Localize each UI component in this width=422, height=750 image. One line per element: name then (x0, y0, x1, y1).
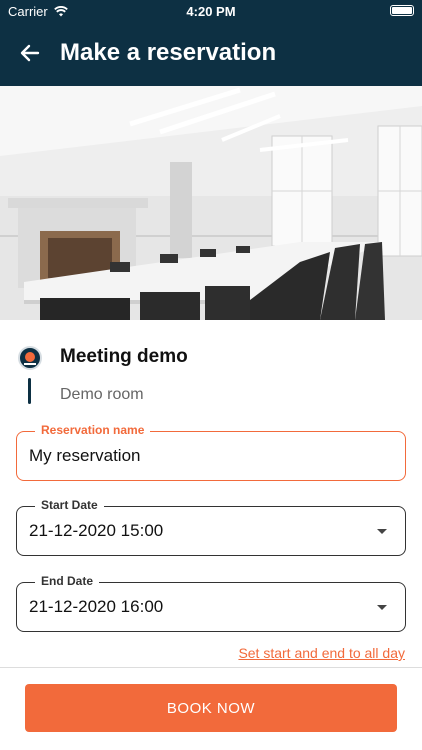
book-now-button[interactable]: BOOK NOW (25, 684, 397, 732)
room-logo-icon (18, 346, 42, 370)
app-header: Carrier 4:20 PM Make a reservation (0, 0, 422, 86)
room-subtitle: Demo room (60, 386, 144, 403)
dropdown-caret-icon[interactable] (377, 529, 387, 534)
reservation-name-label: Reservation name (35, 423, 151, 437)
reservation-name-value[interactable]: My reservation (29, 446, 140, 466)
end-date-label: End Date (35, 574, 100, 588)
battery-icon (390, 5, 414, 16)
dropdown-caret-icon[interactable] (377, 605, 387, 610)
end-date-value: 21-12-2020 16:00 (29, 597, 164, 616)
status-bar: Carrier 4:20 PM (0, 0, 422, 22)
room-indicator-bar (28, 378, 31, 404)
footer-divider (0, 667, 422, 668)
start-date-label: Start Date (35, 498, 104, 512)
room-name: Meeting demo (60, 346, 188, 367)
page-title: Make a reservation (60, 39, 277, 66)
app-bar: Make a reservation (0, 32, 422, 74)
back-arrow-icon[interactable] (18, 41, 42, 65)
end-date-select[interactable]: End Date 21-12-2020 16:00 (16, 574, 406, 632)
reservation-name-field[interactable]: Reservation name My reservation (16, 423, 406, 481)
status-time: 4:20 PM (186, 4, 236, 19)
start-date-value: 21-12-2020 15:00 (29, 521, 164, 540)
start-date-select[interactable]: Start Date 21-12-2020 15:00 (16, 498, 406, 556)
all-day-link[interactable]: Set start and end to all day (238, 645, 405, 661)
room-photo (0, 86, 422, 320)
